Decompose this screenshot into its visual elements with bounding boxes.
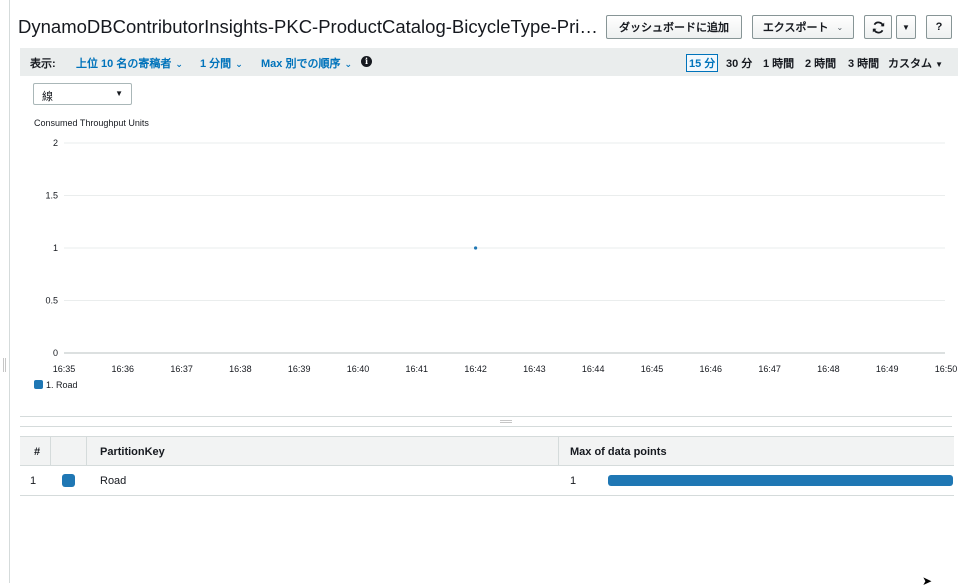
table-header: # PartitionKey Max of data points xyxy=(20,436,954,466)
y-axis-label: Consumed Throughput Units xyxy=(34,118,149,128)
refresh-button[interactable] xyxy=(864,15,892,39)
top-contributors-label: 上位 10 名の寄稿者 xyxy=(76,58,172,70)
x-tick-label: 16:47 xyxy=(758,364,781,374)
x-tick-label: 16:43 xyxy=(523,364,546,374)
y-tick-label: 0 xyxy=(53,348,58,358)
range-custom[interactable]: カスタム ▼ xyxy=(888,55,943,71)
chevron-down-icon: ⌄ xyxy=(836,22,844,32)
widget-header: DynamoDBContributorInsights-PKC-ProductC… xyxy=(18,12,958,39)
x-tick-label: 16:50 xyxy=(935,364,958,374)
export-button[interactable]: エクスポート ⌄ xyxy=(752,15,854,39)
x-tick-label: 16:46 xyxy=(700,364,723,374)
range-30m[interactable]: 30 分 xyxy=(726,55,752,71)
x-tick-label: 16:49 xyxy=(876,364,899,374)
range-15m[interactable]: 15 分 xyxy=(686,54,719,72)
x-tick-label: 16:41 xyxy=(406,364,429,374)
range-2h[interactable]: 2 時間 xyxy=(805,55,836,71)
y-tick-label: 0.5 xyxy=(45,296,58,306)
data-point xyxy=(474,246,478,250)
x-tick-label: 16:35 xyxy=(53,364,76,374)
row-max-value: 1 xyxy=(570,475,577,487)
x-tick-label: 16:36 xyxy=(112,364,135,374)
help-button[interactable]: ? xyxy=(926,15,952,39)
display-label: 表示: xyxy=(30,58,56,70)
order-dropdown[interactable]: Max 別での順序 ⌄ xyxy=(261,55,352,71)
chart-type-value: 線 xyxy=(42,91,53,103)
y-tick-label: 1 xyxy=(53,243,58,253)
period-dropdown[interactable]: 1 分間 ⌄ xyxy=(200,55,243,71)
resize-grip-icon[interactable] xyxy=(500,420,512,423)
widget-title: DynamoDBContributorInsights-PKC-ProductC… xyxy=(18,16,598,37)
refresh-icon xyxy=(872,21,884,33)
table-row[interactable]: 1 Road 1 xyxy=(20,466,954,496)
line-chart: Consumed Throughput Units 2 1.5 1 0.5 0 16:35 1… xyxy=(0,112,960,402)
column-separator xyxy=(86,437,87,465)
max-bar-track xyxy=(608,475,953,486)
legend-label: 1. Road xyxy=(46,380,78,390)
y-tick-label: 1.5 xyxy=(45,191,58,201)
column-separator xyxy=(558,437,559,465)
caret-down-icon: ▼ xyxy=(902,22,910,32)
display-toolbar: 表示: 上位 10 名の寄稿者 ⌄ 1 分間 ⌄ Max 別での順序 ⌄ i 15 分… xyxy=(20,48,958,76)
row-index: 1 xyxy=(30,475,37,487)
max-bar-fill xyxy=(608,475,953,486)
chart-type-select[interactable]: 線 ▼ xyxy=(33,83,132,105)
chart-svg: Consumed Throughput Units 2 1.5 1 0.5 0 16:35 1… xyxy=(34,118,958,390)
chevron-down-icon: ⌄ xyxy=(344,59,353,69)
section-divider[interactable] xyxy=(20,416,952,427)
col-max-header[interactable]: Max of data points xyxy=(570,446,667,458)
x-tick-label: 16:38 xyxy=(229,364,252,374)
caret-down-icon: ▼ xyxy=(935,60,943,69)
x-tick-label: 16:44 xyxy=(582,364,605,374)
col-index-header: # xyxy=(34,446,41,458)
legend-swatch xyxy=(34,380,43,389)
chevron-down-icon: ⌄ xyxy=(175,59,183,69)
help-icon: ? xyxy=(935,21,943,33)
mouse-cursor-icon: ➤ xyxy=(922,574,933,588)
caret-down-icon: ▼ xyxy=(115,89,123,98)
refresh-interval-dropdown[interactable]: ▼ xyxy=(896,15,916,39)
info-icon[interactable]: i xyxy=(361,56,372,67)
range-custom-label: カスタム xyxy=(888,58,932,70)
period-label: 1 分間 xyxy=(200,58,232,70)
range-3h[interactable]: 3 時間 xyxy=(848,55,879,71)
chevron-down-icon: ⌄ xyxy=(235,59,243,69)
col-partition-key-header[interactable]: PartitionKey xyxy=(100,446,165,458)
x-tick-label: 16:39 xyxy=(288,364,311,374)
x-tick-label: 16:45 xyxy=(641,364,664,374)
top-contributors-dropdown[interactable]: 上位 10 名の寄稿者 ⌄ xyxy=(76,55,183,71)
export-button-label: エクスポート xyxy=(762,22,829,34)
series-color-swatch xyxy=(62,474,75,487)
x-tick-label: 16:48 xyxy=(817,364,840,374)
x-tick-label: 16:42 xyxy=(464,364,487,374)
order-label: Max 別での順序 xyxy=(261,58,341,70)
y-tick-label: 2 xyxy=(53,138,58,148)
contributors-table: # PartitionKey Max of data points 1 Road… xyxy=(20,436,954,496)
x-tick-label: 16:40 xyxy=(347,364,370,374)
row-partition-key: Road xyxy=(100,475,127,487)
column-separator xyxy=(50,437,51,465)
x-tick-label: 16:37 xyxy=(170,364,193,374)
add-to-dashboard-button[interactable]: ダッシュボードに追加 xyxy=(606,15,742,39)
range-1h[interactable]: 1 時間 xyxy=(763,55,794,71)
